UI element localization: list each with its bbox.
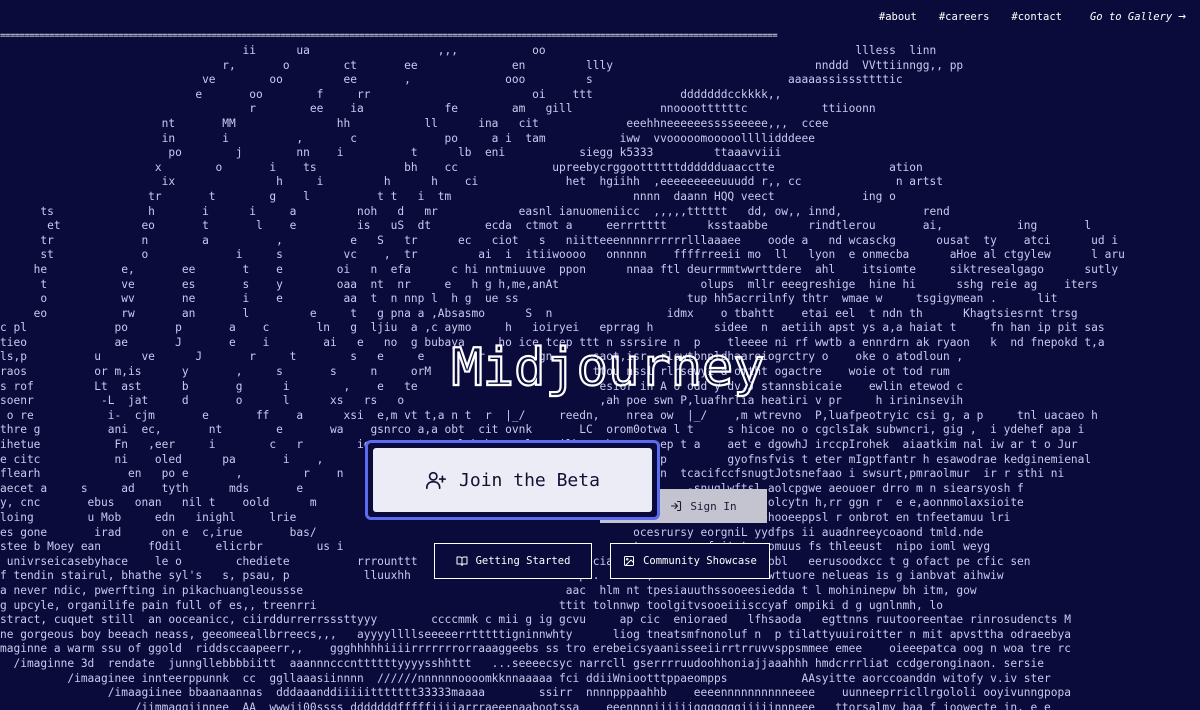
login-icon [670, 500, 682, 512]
join-beta-button[interactable]: Join the Beta [365, 440, 660, 520]
image-icon [623, 555, 635, 567]
nav-link-careers[interactable]: #careers [939, 11, 990, 23]
midjourney-logo: Midjourney [438, 327, 778, 407]
logo-text: Midjourney [451, 338, 764, 398]
go-to-gallery-label: Go to Gallery [1089, 10, 1173, 23]
header-divider: ========================================… [0, 31, 778, 41]
getting-started-label: Getting Started [475, 555, 571, 567]
sign-in-label: Sign In [690, 499, 737, 513]
join-beta-label: Join the Beta [459, 469, 600, 491]
go-to-gallery-link[interactable]: Go to Gallery → [1090, 9, 1186, 24]
logo-wordmark: Midjourney [450, 337, 765, 399]
community-showcase-label: Community Showcase [643, 555, 757, 567]
nav-link-contact[interactable]: #contact [1011, 11, 1062, 23]
arrow-right-icon: → [1178, 9, 1186, 24]
community-showcase-button[interactable]: Community Showcase [610, 543, 770, 579]
book-open-icon [456, 555, 468, 567]
nav-link-about[interactable]: #about [879, 11, 917, 23]
top-nav: #about #careers #contact Go to Gallery → [879, 9, 1186, 24]
getting-started-button[interactable]: Getting Started [434, 543, 592, 579]
user-plus-icon [425, 469, 447, 491]
join-beta-face: Join the Beta [373, 448, 652, 512]
